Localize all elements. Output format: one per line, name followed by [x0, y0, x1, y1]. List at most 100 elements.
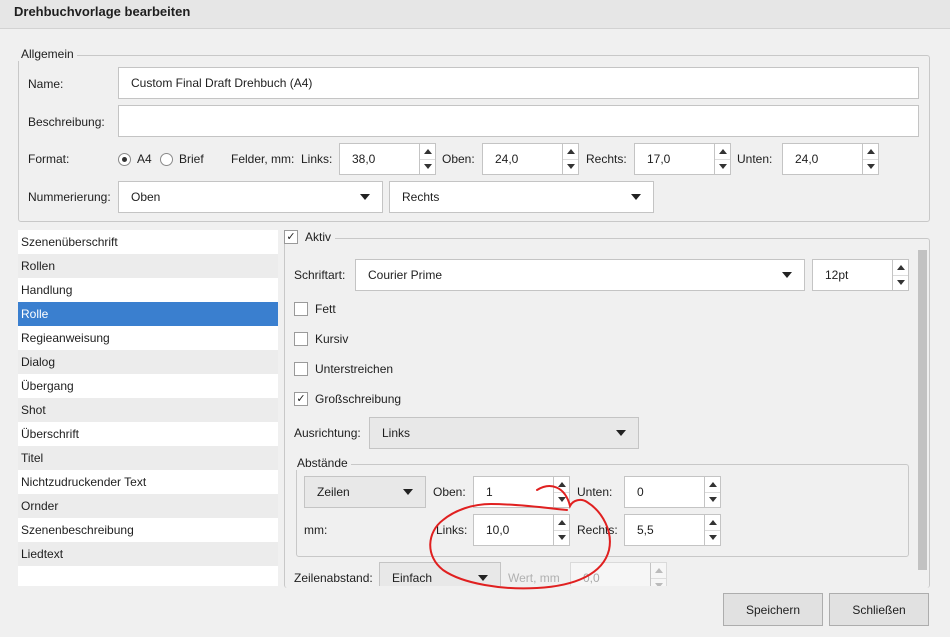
underline-checkbox[interactable]: Unterstreichen [294, 362, 393, 376]
numbering-vertical-value: Oben [131, 190, 161, 204]
settings-scrollbar[interactable] [916, 250, 929, 586]
spinner-up-icon[interactable] [705, 477, 720, 492]
spinner-down-icon[interactable] [893, 274, 908, 291]
chevron-down-icon [360, 194, 370, 200]
spinner-up-icon[interactable] [420, 144, 435, 159]
description-input[interactable] [118, 105, 919, 137]
margin-top-spinner[interactable]: 24,0 [482, 143, 579, 175]
bold-checkbox[interactable]: Fett [294, 302, 336, 316]
spacing-mm-label: mm: [304, 523, 328, 537]
margin-left-spinner[interactable]: 38,0 [339, 143, 436, 175]
spacing-unit-select[interactable]: Zeilen [304, 476, 426, 508]
spacing-right-spinner[interactable]: 5,5 [624, 514, 721, 546]
checkbox-unchecked-icon [294, 362, 308, 376]
close-button[interactable]: Schließen [829, 593, 929, 626]
list-item[interactable]: Übergang [18, 374, 278, 398]
chevron-down-icon [631, 194, 641, 200]
checkmark-icon: ✓ [294, 392, 308, 406]
margin-left-label: Links: [301, 152, 333, 166]
numbering-horizontal-select[interactable]: Rechts [389, 181, 654, 213]
format-letter-label: Brief [179, 152, 204, 166]
chevron-down-icon [403, 489, 413, 495]
font-select[interactable]: Courier Prime [355, 259, 805, 291]
alignment-label: Ausrichtung: [294, 426, 361, 440]
spinner-down-icon[interactable] [420, 158, 435, 175]
list-item[interactable]: Regieanweisung [18, 326, 278, 350]
block-type-list[interactable]: Szenenüberschrift Rollen Handlung Rolle … [18, 230, 278, 586]
spacing-right-value: 5,5 [637, 523, 654, 537]
list-item[interactable]: Liedtext [18, 542, 278, 566]
name-input-value: Custom Final Draft Drehbuch (A4) [131, 76, 313, 90]
radio-selected-icon [118, 152, 131, 166]
margin-top-value: 24,0 [495, 152, 519, 166]
spinner-down-icon[interactable] [651, 577, 666, 586]
alignment-select[interactable]: Links [369, 417, 639, 449]
spinner-up-icon[interactable] [651, 563, 666, 578]
margin-right-spinner[interactable]: 17,0 [634, 143, 731, 175]
spinner-up-icon[interactable] [715, 144, 730, 159]
format-letter-radio[interactable]: Brief [160, 152, 204, 166]
numbering-horizontal-value: Rechts [402, 190, 440, 204]
list-item[interactable]: Rollen [18, 254, 278, 278]
save-button[interactable]: Speichern [723, 593, 823, 626]
numbering-label: Nummerierung: [28, 190, 111, 204]
list-item-selected[interactable]: Rolle [18, 302, 278, 326]
save-button-label: Speichern [745, 602, 801, 617]
spinner-down-icon[interactable] [705, 491, 720, 508]
margin-right-value: 17,0 [647, 152, 671, 166]
spinner-down-icon[interactable] [863, 158, 878, 175]
spinner-down-icon[interactable] [715, 158, 730, 175]
list-item[interactable]: Szenenüberschrift [18, 230, 278, 254]
list-item[interactable]: Überschrift [18, 422, 278, 446]
spinner-down-icon[interactable] [705, 529, 720, 546]
name-input[interactable]: Custom Final Draft Drehbuch (A4) [118, 67, 919, 99]
italic-label: Kursiv [315, 332, 349, 346]
chevron-down-icon [616, 430, 626, 436]
spinner-up-icon[interactable] [863, 144, 878, 159]
bold-label: Fett [315, 302, 336, 316]
font-size-value: 12pt [825, 268, 849, 282]
uppercase-label: Großschreibung [315, 392, 402, 406]
chevron-down-icon [782, 272, 792, 278]
uppercase-checkbox[interactable]: ✓ Großschreibung [294, 392, 401, 406]
spacing-bottom-spinner[interactable]: 0 [624, 476, 721, 508]
checkbox-unchecked-icon [294, 332, 308, 346]
format-a4-label: A4 [137, 152, 152, 166]
active-checkbox[interactable]: ✓ Aktiv [284, 230, 336, 244]
font-label: Schriftart: [294, 268, 346, 282]
list-item[interactable]: Szenenbeschreibung [18, 518, 278, 542]
numbering-vertical-select[interactable]: Oben [118, 181, 383, 213]
margins-label: Felder, mm: [231, 152, 295, 166]
italic-checkbox[interactable]: Kursiv [294, 332, 348, 346]
alignment-value: Links [382, 426, 411, 440]
list-item[interactable]: Titel [18, 446, 278, 470]
format-label: Format: [28, 152, 70, 166]
spinner-down-icon[interactable] [563, 158, 578, 175]
window-titlebar: Drehbuchvorlage bearbeiten [0, 0, 950, 29]
margin-left-value: 38,0 [352, 152, 376, 166]
name-label: Name: [28, 77, 64, 91]
list-item[interactable]: Ornder [18, 494, 278, 518]
active-label: Aktiv [305, 230, 332, 244]
window-title: Drehbuchvorlage bearbeiten [14, 4, 191, 19]
spacing-unit-value: Zeilen [317, 485, 350, 499]
settings-scrollbar-thumb[interactable] [918, 250, 927, 570]
format-a4-radio[interactable]: A4 [118, 152, 152, 166]
margin-right-label: Rechts: [586, 152, 627, 166]
line-spacing-label: Zeilenabstand: [294, 571, 373, 585]
description-label: Beschreibung: [28, 115, 105, 129]
spinner-up-icon[interactable] [705, 515, 720, 530]
checkbox-unchecked-icon [294, 302, 308, 316]
list-item[interactable]: Handlung [18, 278, 278, 302]
margin-bottom-spinner[interactable]: 24,0 [782, 143, 879, 175]
underline-label: Unterstreichen [315, 362, 394, 376]
list-item[interactable]: Shot [18, 398, 278, 422]
annotation-scribble [429, 485, 611, 590]
list-item[interactable]: Nichtzudruckender Text [18, 470, 278, 494]
list-item[interactable]: Dialog [18, 350, 278, 374]
font-size-spinner[interactable]: 12pt [812, 259, 909, 291]
spinner-up-icon[interactable] [893, 260, 908, 275]
spinner-up-icon[interactable] [563, 144, 578, 159]
margin-bottom-label: Unten: [737, 152, 773, 166]
general-legend: Allgemein [18, 47, 77, 61]
